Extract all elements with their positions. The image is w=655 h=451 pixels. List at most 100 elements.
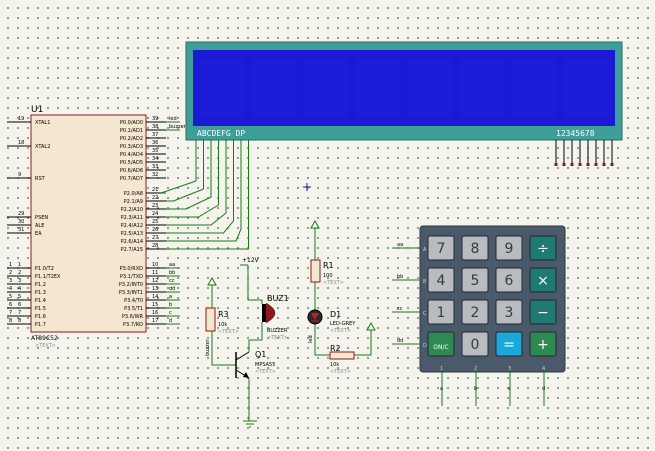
- pin-name: P3.1/TXD: [120, 274, 143, 280]
- keypad-key-label: 8: [471, 241, 480, 257]
- pin-number: 3: [18, 278, 21, 284]
- keypad-key-label: 9: [505, 241, 514, 257]
- keypad-key[interactable]: +: [529, 331, 557, 357]
- r3-ref: R3: [218, 310, 229, 319]
- pin-number: 18: [18, 140, 24, 146]
- pin-name: P0.7/AD7: [120, 176, 143, 182]
- r2-text: <TEXT>: [330, 369, 351, 375]
- pin-net: 5: [9, 294, 12, 300]
- pin-number: 1: [18, 262, 21, 268]
- pin-number: 16: [152, 310, 158, 316]
- d1-ref: D1: [330, 310, 341, 319]
- display-digit-pin[interactable]: [554, 140, 558, 166]
- keypad-key[interactable]: ÷: [529, 235, 557, 261]
- pin-net: buzzer: [169, 124, 187, 130]
- buzzer-net-label: buzzer: [205, 338, 211, 356]
- transistor-q1[interactable]: Q1 MPSA55 <TEXT>: [235, 350, 276, 379]
- resistor-r3[interactable]: R3 10k <TEXT>: [205, 276, 239, 335]
- pin-name: P3.0/RXD: [120, 266, 144, 272]
- pin-number: 32: [152, 172, 158, 178]
- keypad-key-label: ÷: [537, 241, 549, 257]
- pin-name: P2.3/A11: [121, 215, 143, 221]
- display-digit-label: 12345678: [556, 129, 595, 138]
- display-digit-pin[interactable]: [594, 140, 598, 166]
- pin-name: P2.0/A8: [124, 191, 143, 197]
- keypad-key[interactable]: −: [529, 299, 557, 325]
- pin-net: 3: [9, 278, 12, 284]
- pin-number: 15: [152, 302, 158, 308]
- keypad-key-label: ×: [537, 273, 549, 289]
- pin-name: P1.1/T2EX: [35, 274, 61, 280]
- pin-net: led: [169, 116, 177, 122]
- pin-net: 6: [9, 302, 12, 308]
- keypad-key[interactable]: 6: [495, 267, 523, 293]
- pin-number: 27: [152, 235, 158, 241]
- pin-number: 23: [152, 203, 158, 209]
- pin-number: 25: [152, 219, 158, 225]
- buzzer-buz1[interactable]: BUZ1 BUZZER <TEXT>: [262, 294, 289, 341]
- pin-name: P0.4/AD4: [120, 152, 143, 158]
- keypad-key[interactable]: 7: [427, 235, 455, 261]
- power-terminal[interactable]: +12V: [240, 257, 260, 266]
- display-digit-pin[interactable]: [578, 140, 582, 166]
- keypad-row-net: aa: [397, 242, 403, 248]
- pin-number: 33: [152, 164, 158, 170]
- pin-name: P2.5/A13: [121, 231, 143, 237]
- keypad-key[interactable]: 0: [461, 331, 489, 357]
- buz-value: BUZZER: [267, 328, 288, 334]
- keypad-key[interactable]: 8: [461, 235, 489, 261]
- pin-net: b: [169, 302, 172, 308]
- keypad-key[interactable]: 1: [427, 299, 455, 325]
- pin-name: P1.5: [35, 306, 46, 312]
- keypad-key[interactable]: =: [495, 331, 523, 357]
- keypad-key-label: 4: [437, 273, 446, 289]
- q1-value: MPSA55: [255, 362, 275, 368]
- keypad-key[interactable]: 5: [461, 267, 489, 293]
- keypad-key[interactable]: 9: [495, 235, 523, 261]
- pin-name: P1.4: [35, 298, 46, 304]
- pin-number: 28: [152, 243, 158, 249]
- keypad-key-label: 6: [505, 273, 514, 289]
- keypad-4x4[interactable]: 7 8 9 ÷ 4 5 6 × 1 2 3 − ON/C 0 = +: [419, 225, 566, 373]
- pin-name: XTAL1: [35, 120, 50, 126]
- mcu-text: <TEXT>: [35, 343, 56, 349]
- display-digit-pin[interactable]: [610, 140, 614, 166]
- keypad-col-number: 2: [474, 366, 477, 372]
- keypad-key[interactable]: 2: [461, 299, 489, 325]
- r2-ref: R2: [330, 344, 341, 353]
- r3-text: <TEXT>: [218, 329, 239, 335]
- pin-name: P2.2/A10: [121, 207, 143, 213]
- keypad-key-label: 5: [471, 273, 480, 289]
- resistor-r1[interactable]: R1 100 <TEXT>: [310, 219, 344, 286]
- pin-name: P2.1/A9: [124, 199, 143, 205]
- display-digit-pin[interactable]: [562, 140, 566, 166]
- display-digit-pin[interactable]: [586, 140, 590, 166]
- pin-number: 22: [152, 195, 158, 201]
- keypad-key-label: 0: [471, 337, 480, 353]
- pin-name: XTAL2: [35, 144, 50, 150]
- pin-number: 5: [18, 294, 21, 300]
- pin-number: 9: [18, 172, 21, 178]
- keypad-col-net: a: [440, 386, 443, 392]
- keypad-row-net: bb: [397, 274, 403, 280]
- pin-name: P2.4/A12: [121, 223, 143, 229]
- pin-number: 2: [18, 270, 21, 276]
- pin-number: 6: [18, 302, 21, 308]
- keypad-col-number: 4: [542, 366, 545, 372]
- keypad-row-letter: D: [423, 343, 427, 349]
- keypad-key-label: ON/C: [433, 344, 448, 351]
- r1-text: <TEXT>: [323, 280, 344, 286]
- keypad-key[interactable]: ×: [529, 267, 557, 293]
- pin-number: 4: [18, 286, 21, 292]
- keypad-key[interactable]: 4: [427, 267, 455, 293]
- schematic-canvas[interactable]: ABCDEFG DP 12345678 U1 AT89C52 <TEXT> 19…: [0, 0, 655, 451]
- display-digit-pin[interactable]: [602, 140, 606, 166]
- display-digit-pin[interactable]: [570, 140, 574, 166]
- keypad-col-net: b: [474, 386, 477, 392]
- seven-segment-display[interactable]: ABCDEFG DP 12345678: [185, 41, 623, 141]
- keypad-key[interactable]: ON/C: [427, 331, 455, 357]
- pin-number: 11: [152, 270, 158, 276]
- pin-name: P0.2/AD2: [120, 136, 143, 142]
- keypad-key[interactable]: 3: [495, 299, 523, 325]
- mcu-part: AT89C52: [31, 335, 58, 342]
